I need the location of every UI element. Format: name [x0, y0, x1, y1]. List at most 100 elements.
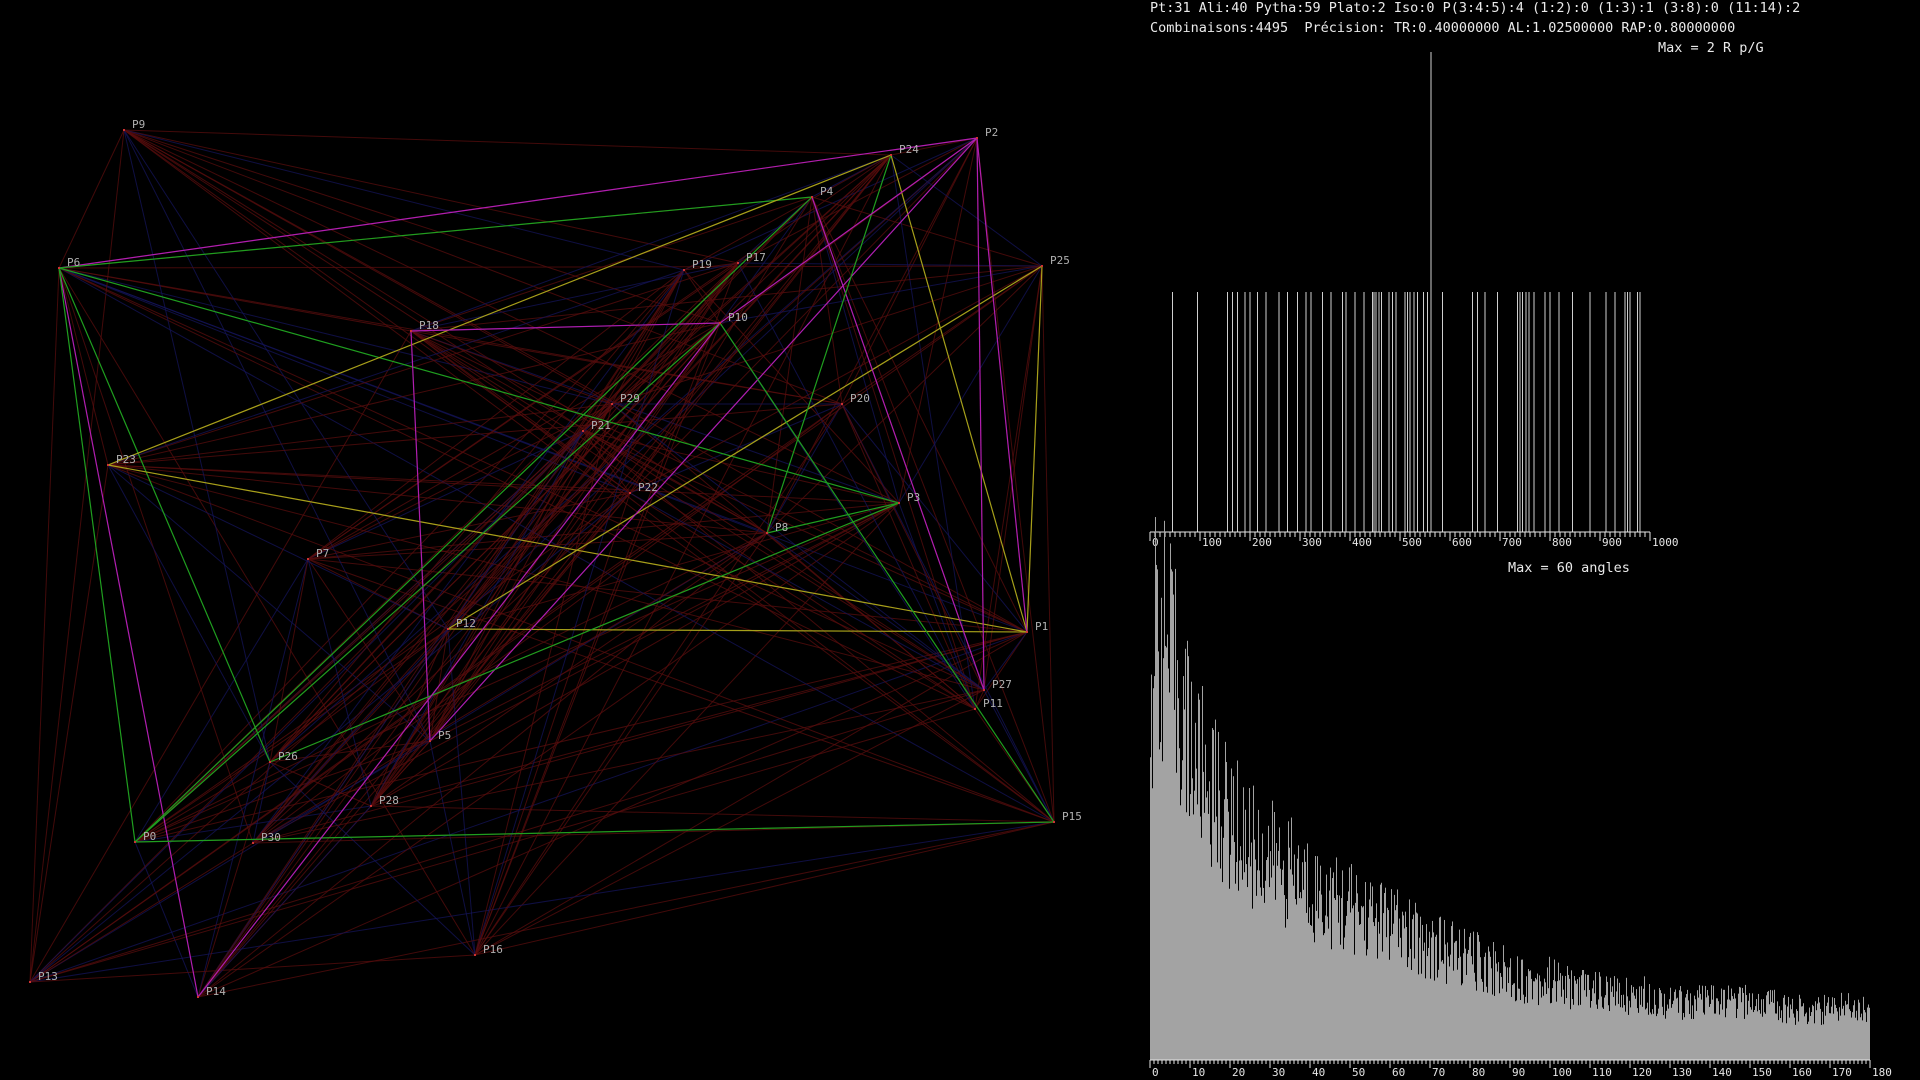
angle-bar: [1371, 906, 1372, 1060]
angle-bar: [1620, 1007, 1621, 1060]
angle-bar: [1554, 959, 1555, 1060]
angle-bar: [1155, 517, 1156, 1060]
angle-bar: [1326, 874, 1327, 1060]
angle-bar: [1583, 969, 1584, 1060]
angle-bar: [1670, 987, 1671, 1060]
angle-bar: [1489, 951, 1490, 1060]
angle-bar: [1564, 1003, 1565, 1060]
angle-bar: [1803, 1003, 1804, 1060]
angle-bar: [1607, 981, 1608, 1060]
angle-bar: [1185, 648, 1186, 1060]
angle-bar: [1806, 1012, 1807, 1060]
angle-bar: [1239, 860, 1240, 1060]
angle-bar: [1848, 993, 1849, 1060]
angle-histogram-title: Max = 60 angles: [1508, 560, 1630, 576]
angle-bar: [1269, 887, 1270, 1060]
ratio-tick-label: 300: [1302, 536, 1322, 549]
angle-bar: [1398, 947, 1399, 1060]
angle-bar: [1516, 1000, 1517, 1060]
angle-bar: [1706, 997, 1707, 1060]
angle-bar: [1667, 1004, 1668, 1060]
angle-bar: [1301, 898, 1302, 1060]
angle-bar: [1549, 956, 1550, 1060]
angle-bar: [1390, 935, 1391, 1060]
angle-bar: [1643, 988, 1644, 1060]
angle-bar: [1688, 1000, 1689, 1060]
angle-bar: [1219, 790, 1220, 1060]
angle-bar: [1436, 934, 1437, 1060]
angle-bar: [1356, 875, 1357, 1060]
angle-bar: [1861, 1013, 1862, 1060]
angle-bar: [1468, 949, 1469, 1060]
angle-bar: [1619, 982, 1620, 1060]
angle-bar: [1196, 768, 1197, 1060]
angle-bar: [1696, 1010, 1697, 1060]
angle-bar: [1216, 816, 1217, 1060]
angle-bar: [1296, 904, 1297, 1060]
angle-bar: [1840, 1015, 1841, 1060]
angle-bar: [1441, 961, 1442, 1060]
angle-bar: [1325, 915, 1326, 1060]
angle-bar: [1189, 816, 1190, 1060]
point-marker: [898, 502, 900, 504]
angle-bar: [1217, 862, 1218, 1060]
angle-bar: [1591, 1000, 1592, 1060]
ratio-histogram-title: Max = 2 R p/G: [1658, 40, 1764, 56]
angle-bar: [1565, 975, 1566, 1060]
angle-bar: [1277, 865, 1278, 1060]
angle-bar: [1817, 1003, 1818, 1060]
angle-bar: [1865, 1012, 1866, 1060]
angle-bar: [1228, 811, 1229, 1060]
angle-bar: [1156, 564, 1157, 1060]
angle-bar: [1856, 1010, 1857, 1060]
angle-bar: [1172, 571, 1173, 1060]
angle-bar: [1502, 988, 1503, 1060]
angle-bar: [1433, 932, 1434, 1060]
angle-bar: [1586, 996, 1587, 1060]
angle-bar: [1307, 843, 1308, 1060]
angle-bar: [1854, 1000, 1855, 1060]
angle-bar: [1473, 931, 1474, 1060]
angle-bar: [1863, 996, 1864, 1060]
angle-bar: [1165, 645, 1166, 1060]
angle-bar: [1844, 1015, 1845, 1060]
angle-bar: [1358, 911, 1359, 1060]
point-label: P22: [638, 481, 658, 494]
angle-bar: [1722, 1009, 1723, 1060]
angle-bar: [1284, 895, 1285, 1060]
angle-bar: [1180, 805, 1181, 1060]
angle-bar: [1414, 958, 1415, 1060]
angle-bar: [1176, 772, 1177, 1060]
angle-bar: [1749, 993, 1750, 1060]
angle-bar: [1493, 942, 1494, 1060]
angle-bar: [1445, 944, 1446, 1060]
angle-bar: [1604, 997, 1605, 1060]
angle-bar: [1739, 986, 1740, 1060]
point-label: P19: [692, 258, 712, 271]
point-marker: [841, 403, 843, 405]
angle-bar: [1551, 1002, 1552, 1060]
angle-bar: [1782, 1022, 1783, 1060]
angle-bar: [1550, 1003, 1551, 1060]
angle-bar: [1617, 978, 1618, 1060]
angle-bar: [1559, 980, 1560, 1060]
angle-bar: [1764, 1012, 1765, 1060]
angle-bar: [1440, 916, 1441, 1060]
angle-bar: [1294, 854, 1295, 1060]
angle-bar: [1317, 856, 1318, 1060]
angle-bar: [1318, 918, 1319, 1060]
angle-bar: [1403, 915, 1404, 1060]
angle-tick-label: 50: [1352, 1066, 1365, 1079]
angle-bar: [1822, 1011, 1823, 1060]
angle-bar: [1492, 994, 1493, 1060]
angle-bar: [1675, 989, 1676, 1060]
angle-bar: [1288, 821, 1289, 1060]
angle-bar: [1737, 1008, 1738, 1060]
angle-bar: [1566, 998, 1567, 1060]
angle-bar: [1612, 986, 1613, 1060]
angle-bar: [1574, 975, 1575, 1060]
angle-bar: [1352, 908, 1353, 1060]
angle-bar: [1378, 921, 1379, 1060]
angle-bar: [1306, 912, 1307, 1060]
point-marker: [134, 841, 136, 843]
